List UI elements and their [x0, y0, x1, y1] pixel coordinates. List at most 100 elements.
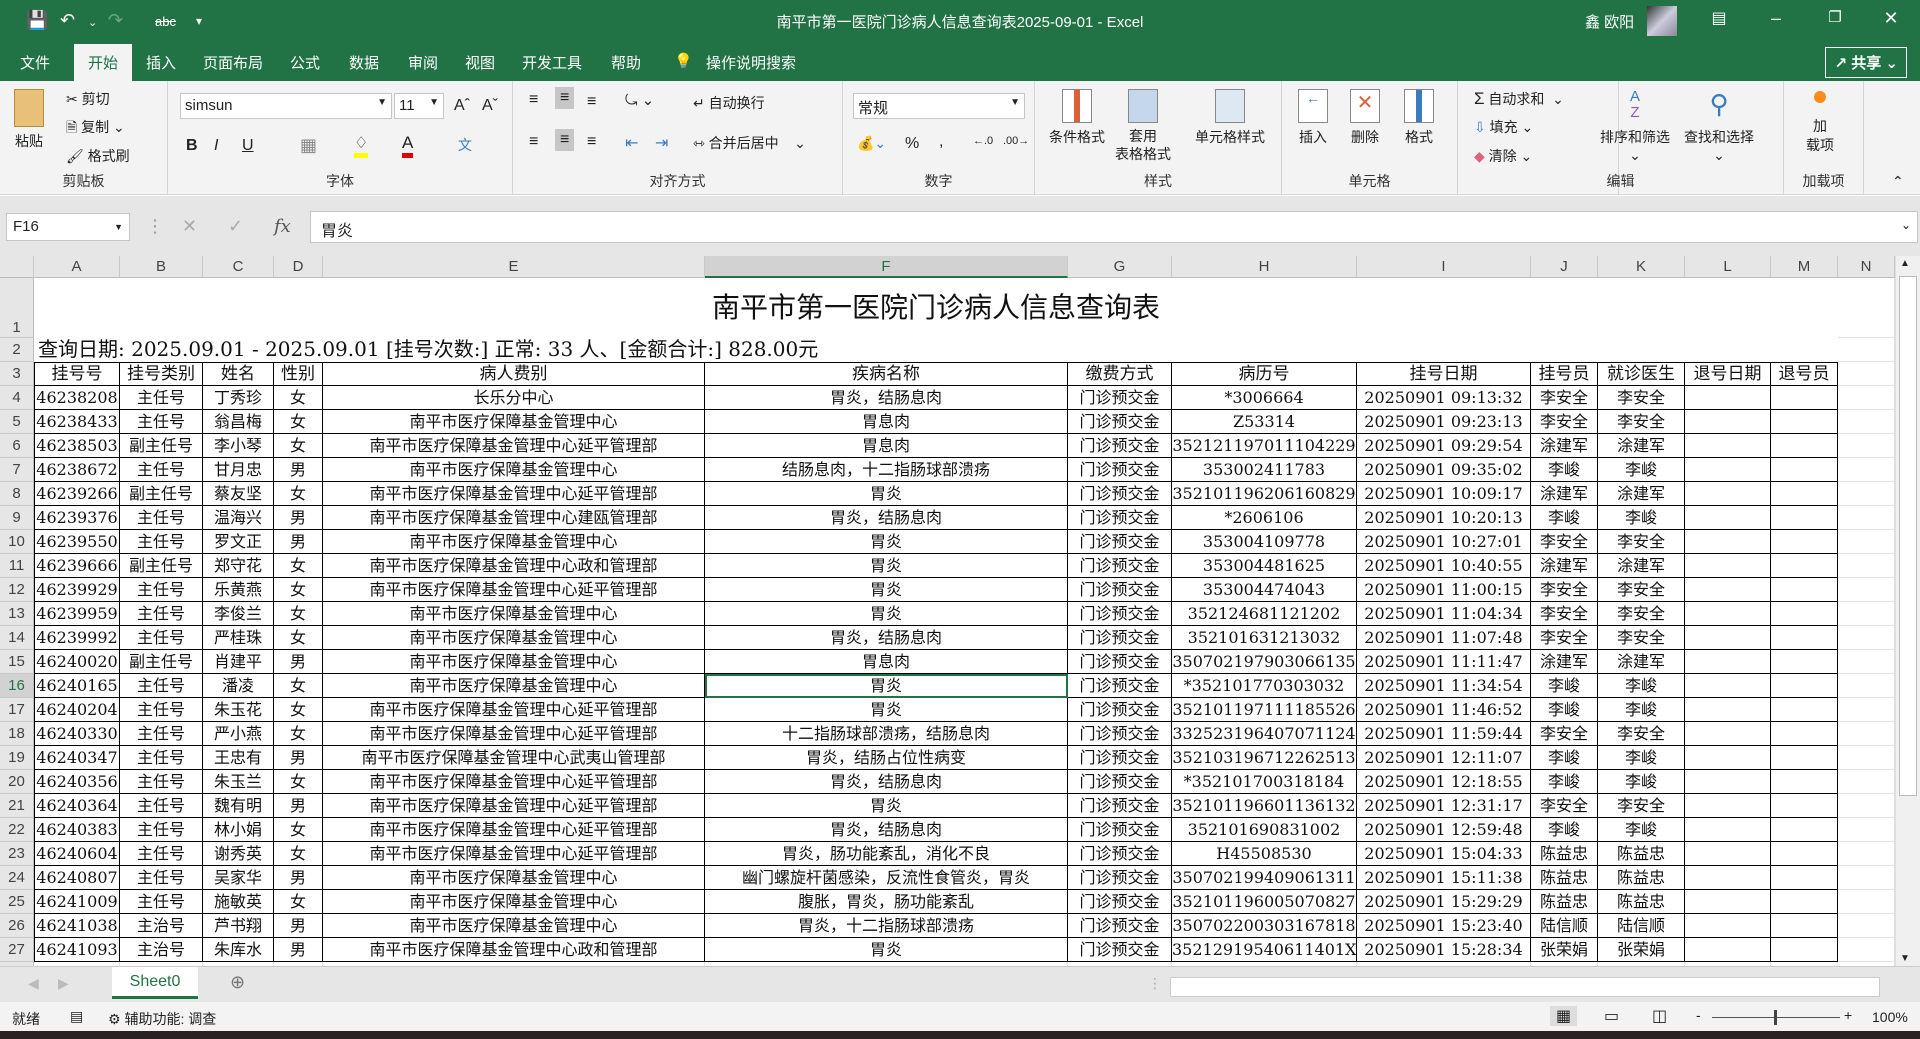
- table-cell[interactable]: 46240204: [34, 698, 120, 722]
- table-cell[interactable]: 20250901 11:00:15: [1357, 578, 1531, 602]
- table-cell[interactable]: 门诊预交金: [1068, 842, 1172, 866]
- table-cell[interactable]: [1771, 674, 1838, 698]
- row-header-25[interactable]: 25: [0, 890, 34, 914]
- table-cell[interactable]: 罗文正: [203, 530, 274, 554]
- table-cell[interactable]: 十二指肠球部溃疡，结肠息肉: [705, 722, 1068, 746]
- table-cell[interactable]: 涂建军: [1598, 482, 1685, 506]
- row-header-21[interactable]: 21: [0, 794, 34, 818]
- table-cell[interactable]: 胃炎: [705, 698, 1068, 722]
- table-cell[interactable]: 主治号: [120, 914, 203, 938]
- table-cell[interactable]: 主任号: [120, 722, 203, 746]
- table-cell[interactable]: 主任号: [120, 386, 203, 410]
- table-cell[interactable]: 副主任号: [120, 434, 203, 458]
- table-cell[interactable]: 46239550: [34, 530, 120, 554]
- zoom-level[interactable]: 100%: [1872, 1009, 1908, 1025]
- align-center-icon[interactable]: ≡: [555, 129, 575, 151]
- collapse-ribbon-icon[interactable]: ⌃: [1892, 173, 1904, 190]
- table-cell[interactable]: 20250901 12:59:48: [1357, 818, 1531, 842]
- table-cell[interactable]: 主任号: [120, 794, 203, 818]
- row-header-22[interactable]: 22: [0, 818, 34, 842]
- table-cell[interactable]: 涂建军: [1598, 554, 1685, 578]
- table-cell[interactable]: 李安全: [1531, 530, 1598, 554]
- table-cell[interactable]: 主任号: [120, 746, 203, 770]
- table-cell[interactable]: 门诊预交金: [1068, 458, 1172, 482]
- table-cell[interactable]: 李峻: [1531, 818, 1598, 842]
- table-cell[interactable]: 南平市医疗保障基金管理中心: [323, 914, 705, 938]
- table-cell[interactable]: 副主任号: [120, 482, 203, 506]
- table-cell[interactable]: 46239929: [34, 578, 120, 602]
- table-cell[interactable]: 门诊预交金: [1068, 482, 1172, 506]
- table-cell[interactable]: 李安全: [1598, 386, 1685, 410]
- expand-formula-icon[interactable]: ⌄: [1901, 218, 1911, 232]
- table-cell[interactable]: *352101770303032: [1172, 674, 1357, 698]
- table-cell[interactable]: 胃炎，结肠息肉: [705, 818, 1068, 842]
- table-cell[interactable]: 吴家华: [203, 866, 274, 890]
- table-cell[interactable]: 20250901 10:27:01: [1357, 530, 1531, 554]
- table-cell[interactable]: 20250901 12:11:07: [1357, 746, 1531, 770]
- table-cell[interactable]: 陈益忠: [1598, 866, 1685, 890]
- restore-icon[interactable]: ❐: [1815, 8, 1855, 26]
- wrap-text-button[interactable]: ↵ 自动换行: [693, 93, 765, 113]
- table-cell[interactable]: 副主任号: [120, 554, 203, 578]
- table-cell[interactable]: 南平市医疗保障基金管理中心: [323, 866, 705, 890]
- table-cell[interactable]: 46238433: [34, 410, 120, 434]
- align-top-icon[interactable]: ≡: [529, 91, 538, 109]
- table-cell[interactable]: 46240807: [34, 866, 120, 890]
- table-cell[interactable]: [1685, 698, 1771, 722]
- table-cell[interactable]: 胃炎: [705, 674, 1068, 698]
- zoom-out-button[interactable]: -: [1696, 1007, 1701, 1023]
- table-cell[interactable]: 女: [274, 722, 323, 746]
- column-header-B[interactable]: B: [120, 256, 203, 278]
- table-cell[interactable]: 46241038: [34, 914, 120, 938]
- name-box[interactable]: F16 ▼: [6, 213, 130, 241]
- table-cell[interactable]: 南平市医疗保障基金管理中心: [323, 626, 705, 650]
- table-cell[interactable]: 南平市医疗保障基金管理中心: [323, 650, 705, 674]
- table-cell[interactable]: 主任号: [120, 890, 203, 914]
- table-cell[interactable]: [1685, 722, 1771, 746]
- table-cell[interactable]: [1771, 506, 1838, 530]
- tab-formulas[interactable]: 公式: [290, 52, 320, 73]
- split-handle-icon[interactable]: ⋮: [1148, 975, 1162, 992]
- row-header-24[interactable]: 24: [0, 866, 34, 890]
- page-layout-view-icon[interactable]: ▭: [1604, 1006, 1619, 1026]
- table-cell[interactable]: 门诊预交金: [1068, 506, 1172, 530]
- format-cells-button[interactable]: 格式: [1404, 89, 1434, 147]
- table-cell[interactable]: 李峻: [1531, 506, 1598, 530]
- table-cell[interactable]: 南平市医疗保障基金管理中心: [323, 410, 705, 434]
- table-cell[interactable]: 南平市医疗保障基金管理中心政和管理部: [323, 938, 705, 962]
- table-cell[interactable]: 甘月忠: [203, 458, 274, 482]
- avatar[interactable]: [1647, 6, 1677, 36]
- table-cell[interactable]: [1685, 458, 1771, 482]
- table-cell[interactable]: 352101196601136132: [1172, 794, 1357, 818]
- table-cell[interactable]: 主任号: [120, 530, 203, 554]
- table-cell[interactable]: 352121197011104229: [1172, 434, 1357, 458]
- table-cell[interactable]: 20250901 10:20:13: [1357, 506, 1531, 530]
- table-cell[interactable]: 男: [274, 914, 323, 938]
- table-cell[interactable]: [1685, 650, 1771, 674]
- table-cell[interactable]: 女: [274, 554, 323, 578]
- table-cell[interactable]: [1685, 674, 1771, 698]
- row-header-1[interactable]: 1: [0, 278, 34, 338]
- format-painter-button[interactable]: 🖌 格式刷: [66, 146, 130, 166]
- table-cell[interactable]: [1685, 602, 1771, 626]
- table-cell[interactable]: 女: [274, 674, 323, 698]
- insert-cells-button[interactable]: ← 插入: [1298, 89, 1328, 147]
- font-color-icon[interactable]: A: [402, 133, 414, 158]
- table-cell[interactable]: 涂建军: [1598, 434, 1685, 458]
- table-cell[interactable]: 门诊预交金: [1068, 386, 1172, 410]
- decrease-decimal-icon[interactable]: .00→: [1003, 135, 1029, 147]
- decrease-font-icon[interactable]: Aˇ: [482, 97, 498, 115]
- table-cell[interactable]: 主任号: [120, 458, 203, 482]
- table-cell[interactable]: 女: [274, 842, 323, 866]
- table-cell[interactable]: 男: [274, 650, 323, 674]
- italic-button[interactable]: I: [214, 137, 218, 155]
- row-header-19[interactable]: 19: [0, 746, 34, 770]
- table-cell[interactable]: 主任号: [120, 602, 203, 626]
- comma-button[interactable]: ,: [939, 133, 943, 151]
- table-cell[interactable]: 46238208: [34, 386, 120, 410]
- table-cell[interactable]: 门诊预交金: [1068, 938, 1172, 962]
- table-cell[interactable]: 南平市医疗保障基金管理中心延平管理部: [323, 482, 705, 506]
- table-cell[interactable]: 南平市医疗保障基金管理中心延平管理部: [323, 770, 705, 794]
- row-header-8[interactable]: 8: [0, 482, 34, 506]
- row-header-18[interactable]: 18: [0, 722, 34, 746]
